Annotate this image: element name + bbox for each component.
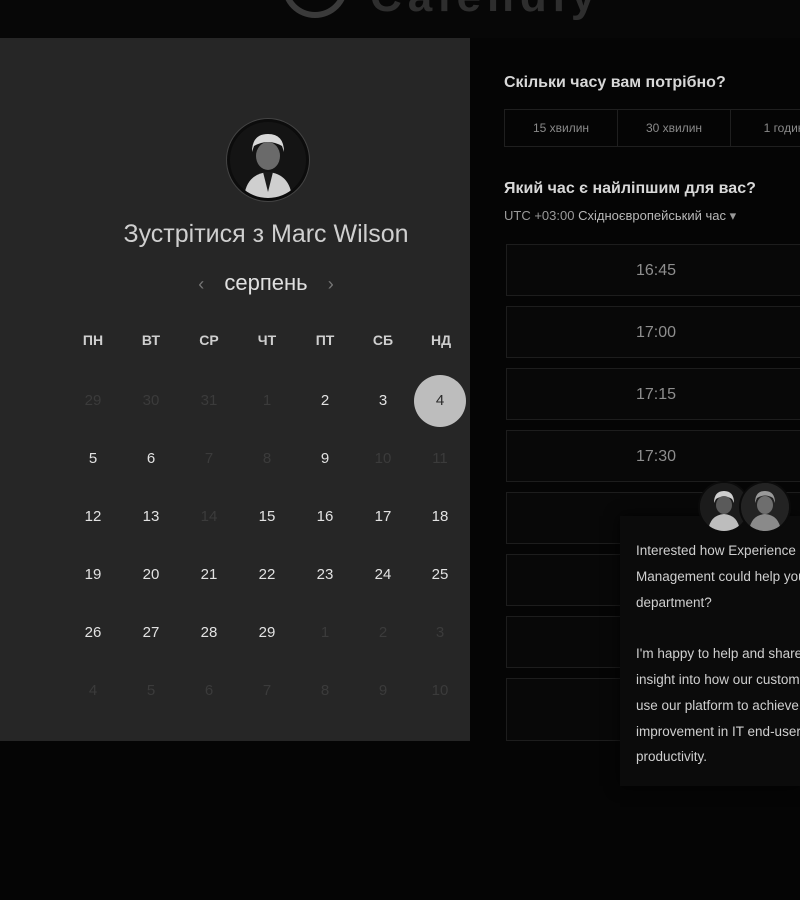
weekday-label: НД	[430, 332, 452, 348]
calendar-day: 30	[142, 392, 160, 409]
timezone-selector[interactable]: UTC +03:00 Східноєвропейський час ▾	[504, 208, 736, 224]
person-avatar-icon	[230, 122, 306, 198]
time-slot[interactable]: 17:15	[506, 368, 800, 420]
host-avatar	[227, 119, 309, 201]
chat-widget[interactable]: Interested how Experience Management cou…	[620, 516, 800, 786]
calendar-day[interactable]: 3	[357, 375, 409, 427]
calendar-day[interactable]: 5	[67, 433, 119, 485]
calendar-day[interactable]: 6	[125, 433, 177, 485]
chat-message: Interested how Experience Management cou…	[636, 543, 800, 765]
time-slot[interactable]: 17:00	[506, 306, 800, 358]
calendar-day[interactable]: 29	[241, 607, 293, 659]
calendar-day[interactable]: 15	[241, 491, 293, 543]
calendar-day: 9	[378, 682, 388, 699]
calendar-day: 31	[200, 392, 218, 409]
calendar-day: 6	[204, 682, 214, 699]
calendar-day[interactable]: 28	[183, 607, 235, 659]
chevron-right-icon[interactable]: ›	[314, 274, 348, 295]
calendar-day: 7	[204, 450, 214, 467]
calendar-day: 5	[146, 682, 156, 699]
calendar-day[interactable]: 21	[183, 549, 235, 601]
calendar-day[interactable]: 9	[299, 433, 351, 485]
calendar-day: 4	[88, 682, 98, 699]
calendar-day: 8	[262, 450, 272, 467]
duration-selector: 15 хвилин 30 хвилин 1 годину	[504, 109, 800, 147]
calendar-day[interactable]: 19	[67, 549, 119, 601]
duration-option[interactable]: 1 годину	[731, 110, 800, 146]
calendar-day[interactable]: 20	[125, 549, 177, 601]
meeting-title: Зустрітися з Marc Wilson	[123, 220, 409, 248]
duration-option[interactable]: 15 хвилин	[505, 110, 618, 146]
calendar-day: 11	[432, 450, 448, 467]
calendar-day[interactable]: 22	[241, 549, 293, 601]
weekday-label: ЧТ	[257, 332, 277, 348]
calendar-day: 29	[84, 392, 102, 409]
calendar-day: 2	[378, 624, 388, 641]
calendar-day: 10	[374, 450, 392, 467]
duration-option[interactable]: 30 хвилин	[618, 110, 731, 146]
top-bar: Calendly	[0, 0, 800, 38]
calendar-day: 7	[262, 682, 272, 699]
calendar-day: 3	[435, 624, 445, 641]
calendar-day[interactable]: 25	[414, 549, 466, 601]
calendar-day[interactable]: 2	[299, 375, 351, 427]
calendar-day[interactable]: 16	[299, 491, 351, 543]
calendar-day-selected[interactable]: 4	[414, 375, 466, 427]
calendar-day[interactable]: 24	[357, 549, 409, 601]
caret-down-icon: ▾	[729, 208, 737, 223]
timezone-name: Східноєвропейський час	[578, 208, 726, 223]
calendar-day: 10	[431, 682, 449, 699]
duration-question: Скільки часу вам потрібно?	[504, 74, 726, 91]
time-slot[interactable]: 17:30	[506, 430, 800, 482]
weekday-label: ПН	[82, 332, 104, 348]
calendar-day[interactable]: 17	[357, 491, 409, 543]
calendar-day: 1	[320, 624, 330, 641]
weekday-label: СБ	[372, 332, 394, 348]
logo-icon	[282, 0, 348, 18]
logo-text: Calendly	[370, 0, 601, 22]
agent-avatar	[739, 481, 791, 533]
calendar-day[interactable]: 13	[125, 491, 177, 543]
month-navigation: ‹ серпень ›	[0, 270, 532, 296]
calendar-day: 8	[320, 682, 330, 699]
calendar-day[interactable]: 18	[414, 491, 466, 543]
calendar-day[interactable]: 23	[299, 549, 351, 601]
calendar-day: 14	[200, 508, 218, 525]
weekday-label: ПТ	[315, 332, 335, 348]
weekday-label: ВТ	[141, 332, 161, 348]
calendar-day[interactable]: 26	[67, 607, 119, 659]
calendar-day[interactable]: 12	[67, 491, 119, 543]
month-label: серпень	[224, 270, 308, 295]
chevron-left-icon[interactable]: ‹	[184, 274, 218, 295]
calendar-day[interactable]: 27	[125, 607, 177, 659]
timezone-offset: UTC +03:00	[504, 208, 575, 223]
time-slot[interactable]: 16:45	[506, 244, 800, 296]
weekday-label: СР	[199, 332, 219, 348]
time-question: Який час є найліпшим для вас?	[504, 180, 756, 197]
person-avatar-icon	[741, 483, 789, 531]
calendar-day: 1	[262, 392, 272, 409]
